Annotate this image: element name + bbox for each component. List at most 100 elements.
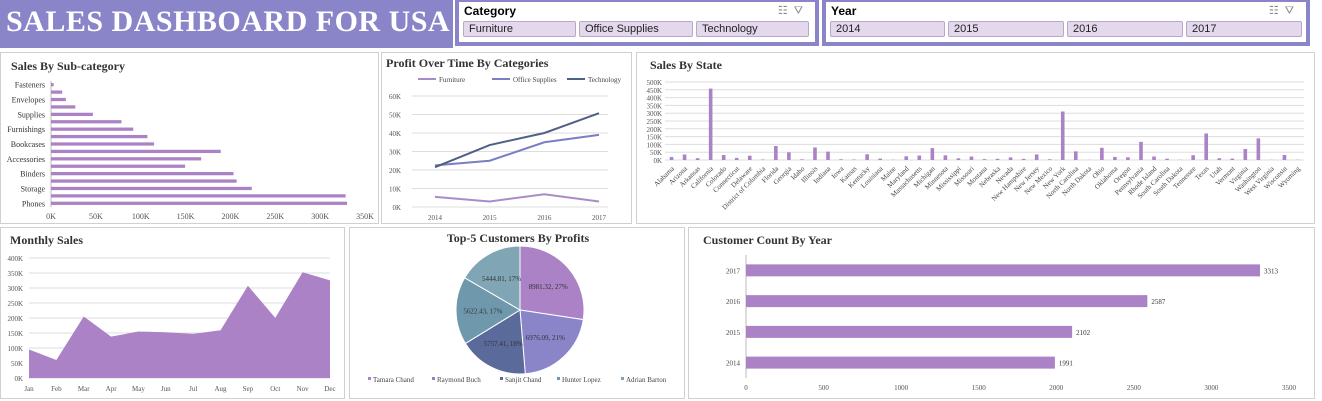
category-item-office-supplies[interactable]: Office Supplies: [579, 21, 693, 37]
bar: [1100, 147, 1104, 160]
bar: [1073, 151, 1078, 160]
x-tick-label: 2500: [1127, 384, 1142, 392]
year-item-2017[interactable]: 2017: [1186, 21, 1302, 37]
x-tick-label: 100K: [132, 212, 150, 221]
slice-data-label: 6976.09, 21%: [526, 334, 565, 342]
legend-swatch: [500, 377, 503, 380]
x-tick-label: Jul: [189, 385, 197, 393]
dashboard-header: SALES DASHBOARD FOR USA: [0, 0, 453, 48]
y-tick-label: 150K: [7, 330, 23, 338]
clear-filter-icon[interactable]: ⛛: [1285, 5, 1300, 17]
x-tick-label: Aug: [215, 385, 228, 393]
y-tick-label: 100K: [646, 141, 662, 149]
legend-label: Furniture: [439, 76, 465, 84]
bar: [746, 325, 1073, 338]
bar-data-label: 1991: [1059, 360, 1074, 368]
y-tick-label: 0K: [14, 375, 23, 383]
bar: [51, 112, 93, 116]
slice-data-label: 5757.41, 18%: [484, 340, 523, 348]
x-tick-label: Mar: [78, 385, 90, 393]
bar: [1126, 157, 1130, 160]
x-tick-label: 250K: [266, 212, 284, 221]
legend-label: Sanjit Chand: [505, 376, 542, 384]
x-tick-label: Oct: [270, 385, 280, 393]
legend-label: Tamara Chand: [373, 376, 414, 384]
x-tick-label: 350K: [356, 212, 374, 221]
y-tick-label: 50K: [650, 149, 662, 157]
year-slicer: Year ☷⛛ 2014 2015 2016 2017: [822, 0, 1310, 46]
series-line-technology: [434, 112, 600, 169]
category-tick-label: Supplies: [17, 110, 45, 119]
bar: [51, 90, 63, 94]
legend-label: Raymond Buch: [437, 376, 481, 384]
subcategory-panel: Sales By Sub-category Fasteners Envelopes…: [0, 52, 379, 224]
bar: [800, 159, 804, 160]
category-tick-label: 2017: [726, 267, 741, 275]
count-chart: 3313 2017 2587 2016 2102 2015 1991 2014 0 500 1000…: [726, 255, 1297, 392]
bar: [721, 154, 726, 160]
slice-data-label: 8981.32, 27%: [529, 283, 568, 291]
multi-select-icon[interactable]: ☷: [778, 5, 794, 17]
y-tick-label: 400K: [646, 95, 662, 103]
category-tick-label: Binders: [20, 170, 45, 179]
y-tick-label: 0K: [392, 204, 401, 212]
bar: [51, 105, 76, 109]
category-slicer: Category ☷⛛ Furniture Office Supplies Te…: [455, 0, 819, 46]
category-tick-label: Bookcases: [11, 140, 45, 149]
bar: [995, 158, 1000, 160]
bar: [51, 186, 252, 191]
y-tick-label: 350K: [646, 102, 662, 110]
y-tick-label: 250K: [646, 118, 662, 126]
bar: [51, 149, 221, 154]
x-tick-label: 2017: [592, 214, 607, 222]
x-tick-label: Nov: [297, 385, 310, 393]
legend-swatch: [432, 377, 435, 380]
bar: [1204, 133, 1208, 160]
y-tick-label: 0K: [653, 157, 662, 165]
x-tick-label: 3000: [1204, 384, 1219, 392]
x-tick-label: 2014: [428, 214, 443, 222]
category-tick-label: Accessories: [7, 155, 45, 164]
bar: [746, 295, 1148, 308]
y-tick-label: 20K: [389, 167, 401, 175]
year-item-2014[interactable]: 2014: [830, 21, 945, 37]
legend-label: Hunter Lopez: [562, 376, 601, 384]
bar: [51, 142, 155, 146]
x-tick-label: 0K: [46, 212, 56, 221]
customers-panel: Top-5 Customers By Profits 8981.32, 27% 6…: [349, 227, 685, 399]
bar-data-label: 3313: [1264, 267, 1279, 275]
bar: [1008, 157, 1013, 160]
bar: [51, 201, 348, 205]
slice-data-label: 5444.81, 17%: [482, 275, 521, 283]
category-item-technology[interactable]: Technology: [696, 21, 809, 37]
y-tick-label: 200K: [7, 315, 23, 323]
bar: [865, 154, 869, 160]
bar: [669, 156, 674, 160]
multi-select-icon[interactable]: ☷: [1269, 5, 1285, 17]
legend-label: Adrian Barton: [626, 376, 667, 384]
y-tick-label: 100K: [7, 345, 23, 353]
bar: [1230, 158, 1235, 160]
category-item-furniture[interactable]: Furniture: [463, 21, 576, 37]
customers-chart: 8981.32, 27% 6976.09, 21%5757.41, 18% 5622…: [368, 245, 667, 384]
bar: [878, 158, 882, 160]
x-tick-label: 1000: [894, 384, 909, 392]
x-tick-label: Apr: [106, 385, 118, 393]
x-tick-label: Dec: [324, 385, 335, 393]
year-item-2015[interactable]: 2015: [948, 21, 1064, 37]
bar: [787, 152, 791, 160]
x-tick-label: Jan: [24, 385, 34, 393]
bar-data-label: 2587: [1151, 298, 1166, 306]
bar: [969, 156, 974, 160]
bar: [1152, 156, 1156, 160]
bar: [917, 155, 922, 160]
clear-filter-icon[interactable]: ⛛: [794, 5, 809, 17]
bar: [1021, 158, 1026, 160]
year-item-2016[interactable]: 2016: [1067, 21, 1183, 37]
bar: [1034, 154, 1039, 160]
bar: [695, 158, 700, 160]
bar: [982, 159, 987, 160]
monthly-panel: Monthly Sales 0K 50K 100K 150K 200K 250K 300K 3…: [0, 227, 345, 399]
slice-data-label: 5622.43, 17%: [463, 307, 502, 315]
x-tick-label: May: [132, 385, 145, 393]
